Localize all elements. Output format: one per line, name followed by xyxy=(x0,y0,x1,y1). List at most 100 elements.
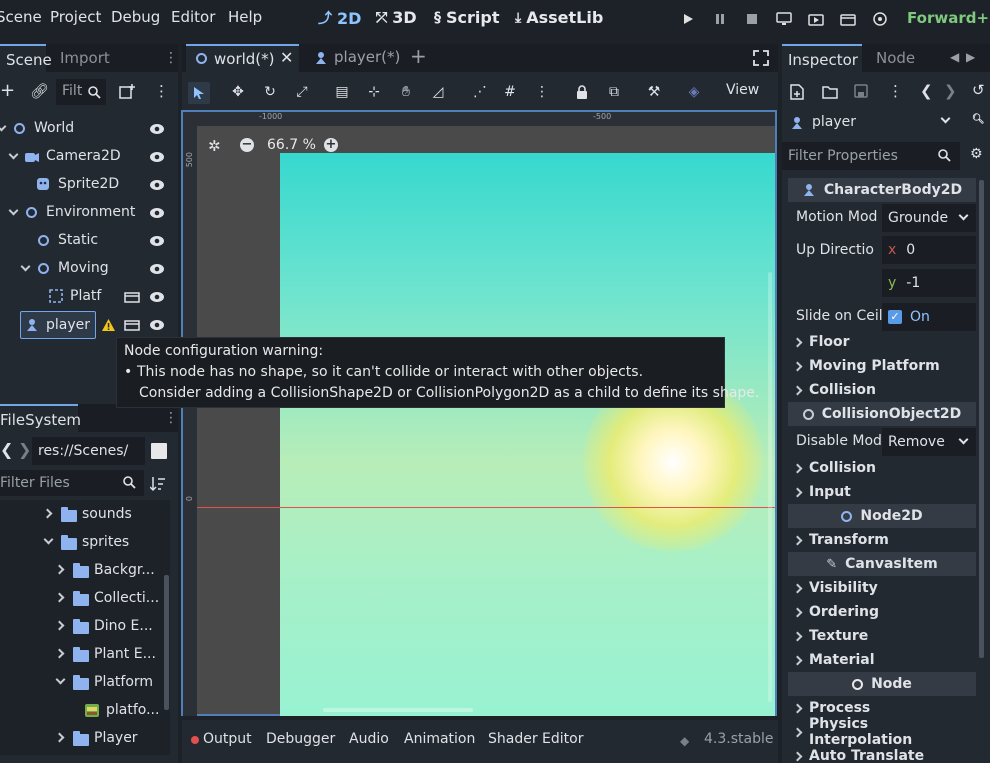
file-row-plant-enemy[interactable]: Plant E... xyxy=(0,641,162,667)
section-ordering[interactable]: Ordering xyxy=(788,600,976,624)
file-row-sounds[interactable]: sounds xyxy=(0,501,162,527)
motion-mode-select[interactable]: Grounde xyxy=(882,204,976,232)
pause-button[interactable] xyxy=(710,9,730,29)
select-tool-button[interactable] xyxy=(188,82,210,104)
close-icon[interactable]: ✕ xyxy=(280,48,293,67)
split-view-icon[interactable] xyxy=(151,443,167,459)
history-icon[interactable]: ↺ xyxy=(972,81,985,99)
forward-arrow-icon[interactable]: ❯ xyxy=(18,440,31,459)
snap-options-button[interactable]: ⋮ xyxy=(532,82,552,102)
zoom-level[interactable]: 66.7 % xyxy=(267,137,316,153)
tab-scene[interactable]: Scene xyxy=(0,44,52,72)
section-collision-layers[interactable]: Collision xyxy=(788,456,976,480)
add-node-icon[interactable]: + xyxy=(0,80,15,101)
pan-tool-button[interactable]: ✋︎ xyxy=(396,82,416,102)
movie-maker-button[interactable] xyxy=(870,9,890,29)
section-material[interactable]: Material xyxy=(788,648,976,672)
visibility-eye-icon[interactable] xyxy=(149,318,165,332)
back-arrow-icon[interactable]: ❮ xyxy=(0,440,13,459)
lock-button[interactable] xyxy=(572,82,592,102)
zoom-out-icon[interactable]: − xyxy=(240,138,254,152)
camera-override-button[interactable]: ◈ xyxy=(684,82,704,102)
visibility-eye-icon[interactable] xyxy=(149,234,165,248)
new-resource-icon[interactable] xyxy=(790,84,804,100)
sort-icon[interactable] xyxy=(150,476,166,492)
history-forward-icon[interactable]: ❯ xyxy=(944,82,957,100)
section-input[interactable]: Input xyxy=(788,480,976,504)
clapper-icon[interactable] xyxy=(124,318,140,331)
menu-project[interactable]: Project xyxy=(50,8,101,26)
bottom-tab-shader-editor[interactable]: Shader Editor xyxy=(488,731,583,747)
play-button[interactable] xyxy=(678,9,698,29)
filter-properties-input[interactable]: Filter Properties xyxy=(782,142,960,170)
rotate-tool-button[interactable]: ↻ xyxy=(260,82,280,102)
renderer-selector[interactable]: Forward+ xyxy=(907,9,989,27)
up-direction-y-field[interactable]: y -1 xyxy=(882,269,976,297)
ruler-tool-button[interactable]: ◿ xyxy=(428,82,448,102)
workspace-script-button[interactable]: § Script xyxy=(434,8,499,27)
inspector-scrollbar[interactable] xyxy=(979,180,984,658)
warning-icon[interactable] xyxy=(101,318,116,332)
bottom-tab-animation[interactable]: Animation xyxy=(404,731,475,747)
add-tab-icon[interactable]: + xyxy=(410,44,427,68)
tab-player[interactable]: player(*) xyxy=(306,44,406,72)
play-custom-scene-button[interactable] xyxy=(838,9,858,29)
tab-node[interactable]: Node xyxy=(870,44,921,72)
bottom-tab-output[interactable]: Output xyxy=(203,731,252,747)
bottom-tab-audio[interactable]: Audio xyxy=(349,731,389,747)
slide-on-ceiling-checkbox[interactable]: ✓ On xyxy=(882,303,976,331)
scale-tool-button[interactable]: ⤢ xyxy=(292,82,312,102)
viewport-hscrollbar[interactable] xyxy=(323,708,473,712)
scene-more-icon[interactable]: ⋮ xyxy=(154,82,169,100)
visibility-eye-icon[interactable] xyxy=(149,206,165,220)
save-icon[interactable] xyxy=(854,84,868,98)
path-field[interactable]: res://Scenes/ xyxy=(32,437,145,465)
tab-filesystem[interactable]: FileSystem xyxy=(0,404,81,432)
dock-right-icon[interactable]: ▶ xyxy=(966,50,975,64)
file-row-sprites[interactable]: sprites xyxy=(0,529,162,555)
filesystem-scrollbar[interactable] xyxy=(164,575,169,710)
workspace-3d-button[interactable]: ⤱ 3D xyxy=(376,8,417,27)
file-row-player[interactable]: Player xyxy=(0,725,162,751)
workspace-assetlib-button[interactable]: ⤓ AssetLib xyxy=(515,8,603,27)
scene-filter-input[interactable]: Filt xyxy=(56,79,106,105)
object-selector[interactable]: player 🔍︎ xyxy=(782,110,990,136)
tab-world[interactable]: world(*) ✕ xyxy=(186,44,299,72)
up-direction-x-field[interactable]: x 0 xyxy=(882,236,976,264)
menu-scene[interactable]: Scene xyxy=(0,8,42,26)
section-moving-platform[interactable]: Moving Platform xyxy=(788,354,976,378)
smart-snap-button[interactable]: ⋰ xyxy=(470,82,490,102)
section-physics-interpolation[interactable]: Physics Interpolation xyxy=(788,716,976,748)
file-row-dino-enemy[interactable]: Dino E... xyxy=(0,613,162,639)
section-visibility[interactable]: Visibility xyxy=(788,576,976,600)
filter-files-input[interactable]: Filter Files xyxy=(0,470,144,496)
grid-snap-button[interactable]: # xyxy=(500,82,520,102)
skeleton-button[interactable]: ⚒ xyxy=(644,82,664,102)
visibility-eye-icon[interactable] xyxy=(149,178,165,192)
tab-inspector[interactable]: Inspector xyxy=(782,44,862,72)
visibility-eye-icon[interactable] xyxy=(149,150,165,164)
center-view-icon[interactable]: ✲ xyxy=(208,137,221,155)
menu-editor[interactable]: Editor xyxy=(171,8,215,26)
menu-debug[interactable]: Debug xyxy=(111,8,160,26)
menu-help[interactable]: Help xyxy=(228,8,262,26)
instantiate-scene-icon[interactable] xyxy=(119,84,135,100)
move-tool-button[interactable]: ✥ xyxy=(228,82,248,102)
file-row-platform[interactable]: Platform xyxy=(0,669,162,695)
tree-row-player[interactable]: player xyxy=(20,311,96,339)
dock-menu-icon[interactable]: ⋮ xyxy=(164,50,178,66)
stop-button[interactable] xyxy=(742,9,762,29)
visibility-eye-icon[interactable] xyxy=(149,262,165,276)
tools-icon[interactable]: ⚙ xyxy=(970,146,983,162)
bottom-tab-debugger[interactable]: Debugger xyxy=(266,731,335,747)
dock-left-icon[interactable]: ◀ xyxy=(950,50,959,64)
disable-mode-select[interactable]: Remove xyxy=(882,428,976,456)
fullscreen-icon[interactable] xyxy=(753,50,769,66)
group-button[interactable]: ⧉ xyxy=(604,82,624,102)
viewport[interactable]: -1000 -500 500 0 ✲ − 66.7 % + xyxy=(181,110,777,716)
play-scene-button[interactable] xyxy=(806,9,826,29)
history-back-icon[interactable]: ❮ xyxy=(920,82,933,100)
open-folder-icon[interactable] xyxy=(822,85,838,99)
link-icon[interactable]: 🔗︎ xyxy=(30,82,49,100)
dock-menu-icon[interactable]: ⋮ xyxy=(164,410,178,426)
